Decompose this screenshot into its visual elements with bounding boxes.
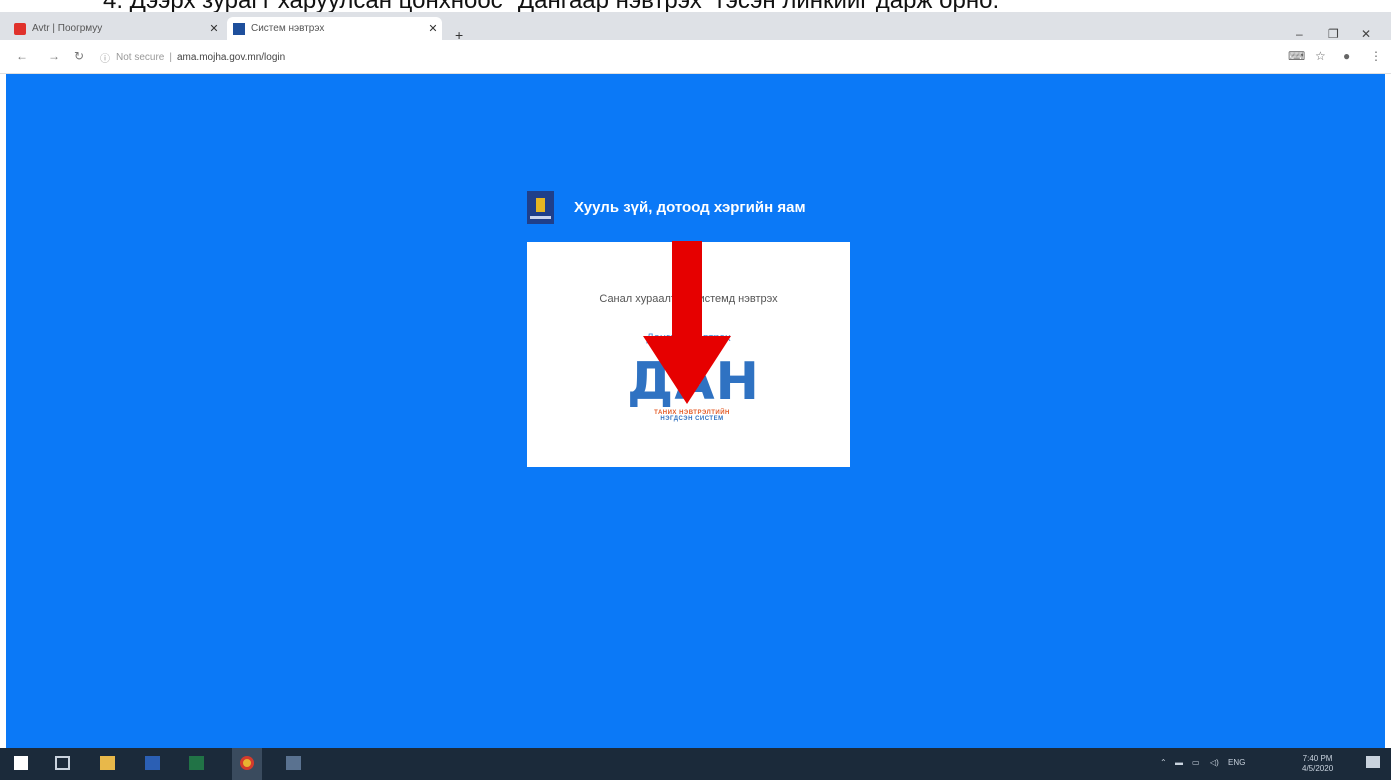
- address-bar-row: ← → ↻ ⓘ Not secure | ama.mojha.gov.mn/lo…: [0, 40, 1391, 74]
- windows-taskbar: ⌃ ▬ ▭ ◁) ENG 7:40 PM 4/5/2020: [0, 748, 1391, 780]
- task-view-icon[interactable]: [55, 756, 70, 770]
- dan-login-link[interactable]: Дангаар нэвтрэх: [527, 332, 850, 344]
- profile-icon[interactable]: ●: [1343, 49, 1350, 63]
- network-icon[interactable]: ▬: [1175, 758, 1183, 767]
- chrome-icon[interactable]: [232, 748, 262, 780]
- tab-title: Avtr | Поогрмуу: [32, 23, 103, 34]
- reload-icon[interactable]: ↻: [74, 49, 84, 63]
- tab-favicon-icon: [233, 22, 245, 35]
- dan-logo-mark: ДАН: [627, 352, 761, 412]
- close-icon[interactable]: ✕: [205, 22, 223, 35]
- login-card: Санал хураалтын системд нэвтрэх Дангаар …: [527, 242, 850, 467]
- volume-icon[interactable]: ◁): [1210, 758, 1219, 767]
- clock-date: 4/5/2020: [1302, 764, 1334, 773]
- language-indicator[interactable]: ENG: [1228, 758, 1245, 767]
- app-icon[interactable]: [286, 756, 301, 770]
- tab-favicon-icon: [14, 22, 26, 35]
- forward-icon[interactable]: →: [48, 49, 60, 63]
- tab-avtr[interactable]: Avtr | Поогрмуу ✕: [8, 17, 223, 40]
- window-close-button[interactable]: ✕: [1361, 27, 1371, 41]
- url-field[interactable]: ⓘ Not secure | ama.mojha.gov.mn/login: [100, 46, 1250, 68]
- clock-time: 7:40 PM: [1302, 754, 1333, 763]
- back-icon[interactable]: ←: [16, 49, 28, 63]
- clock[interactable]: 7:40 PM 4/5/2020: [1302, 754, 1333, 774]
- close-icon[interactable]: ✕: [424, 22, 442, 35]
- menu-icon[interactable]: ⋮: [1370, 49, 1382, 63]
- tab-system-login[interactable]: Систем нэвтрэх ✕: [227, 17, 442, 40]
- not-secure-label: Not secure: [116, 51, 165, 63]
- dan-logo[interactable]: ДАН ТАНИХ НЭВТРЭЛТИЙН НЭГДСЭН СИСТЕМ: [627, 352, 761, 434]
- windows-start-icon[interactable]: [14, 756, 28, 770]
- dan-logo-line2: НЭГДСЭН СИСТЕМ: [660, 416, 724, 422]
- tray-up-icon[interactable]: ⌃: [1160, 758, 1167, 767]
- battery-icon[interactable]: ▭: [1192, 758, 1200, 767]
- card-heading: Санал хураалтын системд нэвтрэх: [599, 293, 778, 305]
- ministry-name: Хууль зүй, дотоод хэргийн яам: [574, 199, 806, 216]
- file-explorer-icon[interactable]: [100, 756, 115, 770]
- caption-text: 4. Дээрх зурагт харуулсан цонхноос "Данг…: [0, 0, 1391, 12]
- info-icon[interactable]: ⓘ: [100, 50, 110, 65]
- browser-tab-bar: Avtr | Поогрмуу ✕ Систем нэвтрэх ✕ + – ❐…: [0, 12, 1391, 43]
- ministry-emblem-icon: [527, 191, 554, 224]
- caption-label: 4. Дээрх зурагт харуулсан цонхноос "Данг…: [103, 0, 999, 12]
- tab-title: Систем нэвтрэх: [251, 23, 325, 34]
- notification-icon[interactable]: [1366, 756, 1380, 768]
- minimize-button[interactable]: –: [1296, 27, 1303, 41]
- bookmark-star-icon[interactable]: ☆: [1315, 49, 1326, 63]
- maximize-button[interactable]: ❐: [1328, 27, 1339, 41]
- excel-icon[interactable]: [189, 756, 204, 770]
- translate-icon[interactable]: ⌨: [1288, 49, 1305, 63]
- url-text: ama.mojha.gov.mn/login: [176, 51, 286, 63]
- ministry-header: Хууль зүй, дотоод хэргийн яам: [527, 191, 806, 224]
- word-icon[interactable]: [145, 756, 160, 770]
